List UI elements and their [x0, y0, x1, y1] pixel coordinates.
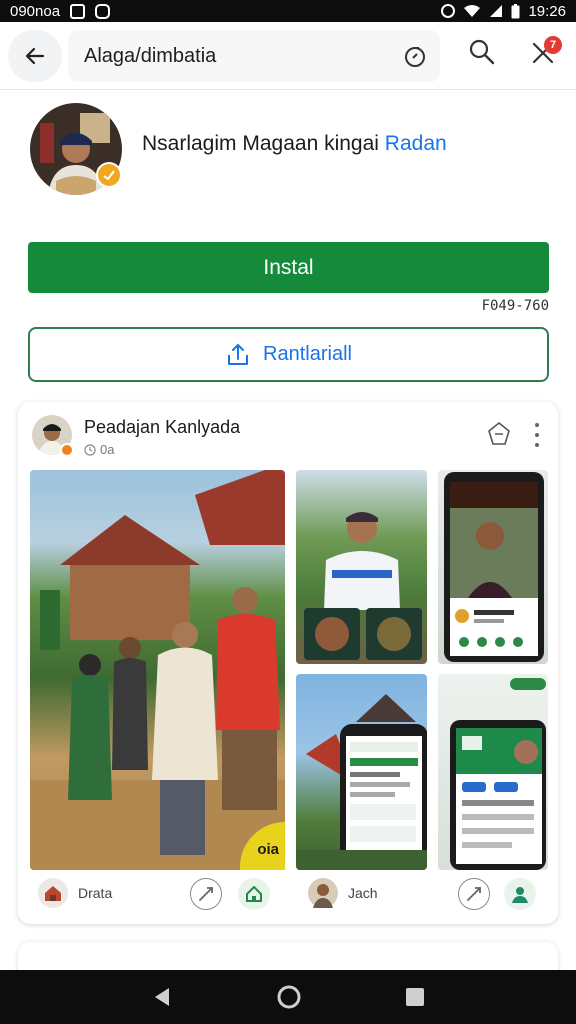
post-subtitle: 0a: [84, 442, 114, 457]
nav-back-icon[interactable]: [151, 986, 173, 1008]
post-subtitle-text: 0a: [100, 442, 115, 457]
status-left-text: 090noa: [10, 2, 61, 20]
home-icon: [246, 885, 262, 902]
photo-man-with-signs[interactable]: [296, 470, 427, 664]
system-navigation-bar: [0, 970, 576, 1024]
arrow-left-icon: [25, 47, 45, 65]
profile-name: Nsarlagim Magaan kingai Radan: [142, 132, 447, 156]
app-icon: [95, 3, 111, 19]
profile-button[interactable]: [504, 878, 536, 910]
verified-badge-icon: [96, 162, 122, 188]
profile-name-main: Nsarlagim Magaan kingai: [142, 132, 385, 155]
share-button-label: Rantlariall: [263, 343, 352, 365]
user-icon: [512, 887, 528, 903]
photo-app-screenshot-2[interactable]: [438, 674, 548, 870]
share-icon: [228, 343, 249, 365]
signal-icon: [490, 5, 503, 17]
refresh-icon[interactable]: [402, 44, 428, 70]
person-avatar-icon: [308, 878, 338, 908]
wifi-icon: [464, 5, 481, 17]
link-button-2[interactable]: [458, 878, 490, 910]
notification-badge: 7: [544, 36, 562, 54]
author-status-icon: [60, 443, 74, 457]
footer-right-author[interactable]: Jach: [308, 878, 378, 908]
translate-icon[interactable]: [486, 421, 512, 447]
battery-icon: [511, 3, 520, 18]
footer-left-author[interactable]: Drata: [38, 878, 112, 908]
post-title: Peadajan Kanlyada: [84, 417, 241, 437]
install-button[interactable]: Instal: [28, 242, 549, 293]
link-button[interactable]: [190, 878, 222, 910]
search-field[interactable]: Alaga/dimbatia: [68, 30, 440, 82]
photo-phone-outdoor[interactable]: [296, 674, 427, 870]
house-icon: [38, 878, 68, 908]
data-saver-icon: [441, 4, 456, 18]
footer-right-label: Jach: [348, 885, 378, 901]
search-icon[interactable]: [466, 36, 498, 68]
clock-icon: [84, 443, 96, 456]
photo-village-group[interactable]: [30, 470, 285, 870]
share-button[interactable]: Rantlariall: [28, 327, 549, 382]
status-time: 19:26: [528, 2, 566, 20]
status-bar: 090noa 19:26: [0, 0, 576, 22]
search-field-text: Alaga/dimbatia: [84, 45, 217, 67]
gallery-icon: [70, 3, 86, 19]
link-icon: [199, 887, 213, 901]
nav-recents-icon[interactable]: [405, 987, 425, 1007]
post-card[interactable]: Peadajan Kanlyada 0a oia Drata Jach: [18, 402, 558, 924]
nav-home-icon[interactable]: [276, 984, 302, 1010]
home-button[interactable]: [238, 878, 270, 910]
footer-left-label: Drata: [78, 885, 113, 901]
profile-name-accent[interactable]: Radan: [385, 132, 447, 155]
link-icon-2: [467, 887, 481, 901]
back-button[interactable]: [8, 30, 62, 82]
photo-app-screenshot-1[interactable]: [438, 470, 548, 664]
more-options-icon[interactable]: [530, 421, 544, 449]
size-label: F049-760: [481, 298, 549, 314]
